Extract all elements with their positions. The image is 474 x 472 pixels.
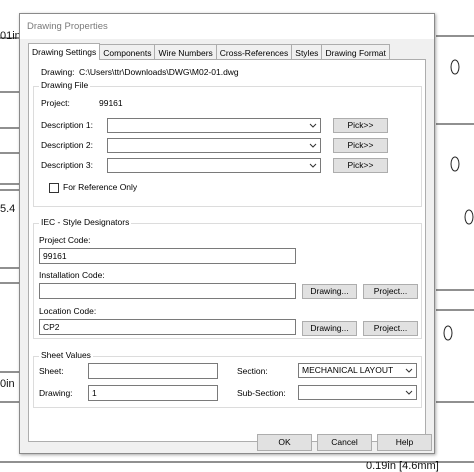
drawing-file-group-title: Drawing File [39, 80, 91, 91]
location-code-label: Location Code: [39, 306, 97, 316]
ok-button[interactable]: OK [257, 434, 312, 451]
dialog-title[interactable]: Drawing Properties [20, 14, 434, 39]
subsection-combo[interactable] [298, 385, 417, 400]
sheet-drawing-input[interactable]: 1 [88, 385, 218, 401]
tab-wire-numbers[interactable]: Wire Numbers [154, 44, 217, 60]
tab-styles[interactable]: Styles [291, 44, 323, 60]
sheet-drawing-label: Drawing: [39, 388, 73, 398]
project-label: Project: [41, 98, 70, 108]
project-code-label: Project Code: [39, 235, 91, 245]
description-3-label: Description 3: [41, 160, 93, 170]
cad-label-4: 0.19in [4.6mm] [366, 460, 439, 472]
help-button[interactable]: Help [377, 434, 432, 451]
installation-code-input[interactable] [39, 283, 296, 299]
description-1-label: Description 1: [41, 120, 93, 130]
sheet-values-group-title: Sheet Values [39, 350, 93, 361]
section-value: MECHANICAL LAYOUT [302, 365, 394, 375]
tab-cross-references[interactable]: Cross-References [215, 44, 293, 60]
location-drawing-button[interactable]: Drawing... [302, 321, 357, 336]
pick-description-3-button[interactable]: Pick>> [333, 158, 388, 173]
sheet-label: Sheet: [39, 366, 64, 376]
reference-only-checkbox[interactable] [49, 183, 59, 193]
drawing-settings-panel: Drawing: C:\Users\ttr\Downloads\DWG\M02-… [28, 59, 426, 442]
subsection-label: Sub-Section: [237, 388, 286, 398]
drawing-path-value: C:\Users\ttr\Downloads\DWG\M02-01.dwg [79, 67, 239, 77]
description-1-combo[interactable] [107, 118, 321, 133]
tab-components[interactable]: Components [99, 44, 156, 60]
section-label: Section: [237, 366, 268, 376]
cad-label-1: 01in [0, 30, 21, 42]
cad-label-2: 5.4 [0, 203, 16, 215]
description-2-combo[interactable] [107, 138, 321, 153]
description-3-combo[interactable] [107, 158, 321, 173]
tab-drawing-format[interactable]: Drawing Format [321, 44, 390, 60]
pick-description-2-button[interactable]: Pick>> [333, 138, 388, 153]
chevron-down-icon [309, 143, 317, 148]
location-code-input[interactable]: CP2 [39, 319, 296, 335]
drawing-properties-dialog: Drawing Properties Drawing Settings Comp… [19, 13, 435, 454]
installation-drawing-button[interactable]: Drawing... [302, 284, 357, 299]
reference-only-label[interactable]: For Reference Only [63, 182, 137, 193]
cancel-button[interactable]: Cancel [317, 434, 372, 451]
section-combo[interactable]: MECHANICAL LAYOUT [298, 363, 417, 378]
tab-drawing-settings[interactable]: Drawing Settings [28, 43, 101, 60]
tab-strip: Drawing Settings Components Wire Numbers… [28, 43, 390, 60]
cad-label-3: 0in [0, 378, 15, 390]
location-project-button[interactable]: Project... [363, 321, 418, 336]
chevron-down-icon [309, 123, 317, 128]
project-code-input[interactable]: 99161 [39, 248, 296, 264]
chevron-down-icon [405, 390, 413, 395]
installation-code-label: Installation Code: [39, 270, 105, 280]
drawing-path-label: Drawing: [41, 67, 75, 77]
iec-group-title: IEC - Style Designators [39, 217, 132, 228]
installation-project-button[interactable]: Project... [363, 284, 418, 299]
description-2-label: Description 2: [41, 140, 93, 150]
sheet-input[interactable] [88, 363, 218, 379]
chevron-down-icon [405, 368, 413, 373]
chevron-down-icon [309, 163, 317, 168]
project-value: 99161 [99, 98, 123, 108]
pick-description-1-button[interactable]: Pick>> [333, 118, 388, 133]
